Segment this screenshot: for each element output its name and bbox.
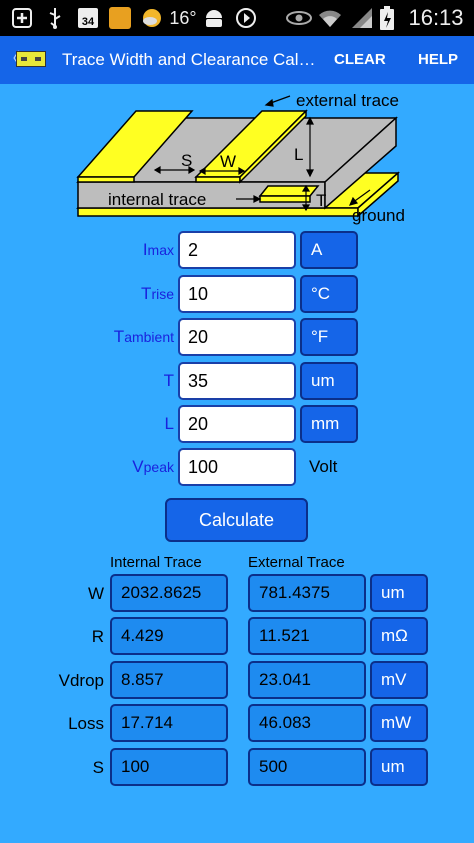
diagram-label-l: L xyxy=(294,145,303,164)
result-internal-s: 100 xyxy=(110,748,228,786)
weather-icon xyxy=(140,6,164,30)
result-unit-vdrop-button[interactable]: mV xyxy=(370,661,428,699)
status-bar: 34 16° 16:13 xyxy=(0,0,474,36)
result-external-vdrop: 23.041 xyxy=(248,661,366,699)
trise-input[interactable]: 10 xyxy=(178,275,296,313)
vpeak-input[interactable]: 100 xyxy=(178,448,296,486)
clock-text: 16:13 xyxy=(408,5,464,30)
thickness-input[interactable]: 35 xyxy=(178,362,296,400)
result-unit-s-button[interactable]: um xyxy=(370,748,428,786)
vpeak-unit-text: Volt xyxy=(309,457,338,476)
clear-button[interactable]: CLEAR xyxy=(334,36,386,84)
notification-app-icon xyxy=(108,6,132,30)
page-title: Trace Width and Clearance Cal… xyxy=(62,50,316,69)
help-button[interactable]: HELP xyxy=(418,36,458,84)
signal-icon xyxy=(350,6,374,30)
result-external-s: 500 xyxy=(248,748,366,786)
result-unit-r-button[interactable]: mΩ xyxy=(370,617,428,655)
trise-label: Trise xyxy=(141,284,174,303)
diagram-label-internal-trace: internal trace xyxy=(108,190,206,209)
result-internal-loss: 17.714 xyxy=(110,704,228,742)
length-unit-button[interactable]: mm xyxy=(300,405,358,443)
diagram-label-w: W xyxy=(220,152,236,171)
imax-input[interactable]: 2 xyxy=(178,231,296,269)
tambient-unit-button[interactable]: °F xyxy=(300,318,358,356)
vpeak-label: Vpeak xyxy=(132,457,174,476)
tambient-input[interactable]: 20 xyxy=(178,318,296,356)
play-icon xyxy=(234,6,258,30)
diagram-label-ground: ground xyxy=(352,206,405,225)
wifi-icon xyxy=(318,6,342,30)
diagram-label-t: T xyxy=(316,191,326,210)
thickness-unit-button[interactable]: um xyxy=(300,362,358,400)
result-label-r: R xyxy=(91,627,104,646)
eye-icon xyxy=(286,6,312,30)
result-internal-r: 4.429 xyxy=(110,617,228,655)
result-external-loss: 46.083 xyxy=(248,704,366,742)
length-label: L xyxy=(164,414,174,433)
result-unit-w-button[interactable]: um xyxy=(370,574,428,612)
result-internal-w: 2032.8625 xyxy=(110,574,228,612)
action-bar: 〈 Trace Width and Clearance Cal… CLEAR H… xyxy=(0,36,474,84)
android-icon xyxy=(202,6,226,30)
internal-trace-front xyxy=(259,195,311,203)
calculate-button[interactable]: Calculate xyxy=(165,498,308,542)
external-trace-header: External Trace xyxy=(248,554,345,571)
left-external-trace-front xyxy=(77,176,135,183)
plus-icon xyxy=(10,6,34,30)
battery-icon xyxy=(378,6,396,30)
internal-trace-header: Internal Trace xyxy=(110,554,202,571)
app-logo-icon[interactable] xyxy=(16,51,46,67)
trace-diagram: external trace S W L internal trace T gr… xyxy=(76,91,405,225)
result-label-s: S xyxy=(92,758,104,777)
external-trace-front xyxy=(195,176,241,183)
temperature-text: 16° xyxy=(169,7,197,28)
result-unit-loss-button[interactable]: mW xyxy=(370,704,428,742)
imax-unit-button[interactable]: A xyxy=(300,231,358,269)
thickness-label: T xyxy=(163,371,174,390)
calendar-icon: 34 xyxy=(76,6,100,30)
trise-unit-button[interactable]: °C xyxy=(300,275,358,313)
result-external-r: 11.521 xyxy=(248,617,366,655)
tambient-label: Tambient xyxy=(113,327,174,346)
length-input[interactable]: 20 xyxy=(178,405,296,443)
result-label-loss: Loss xyxy=(68,714,104,733)
result-external-w: 781.4375 xyxy=(248,574,366,612)
result-internal-vdrop: 8.857 xyxy=(110,661,228,699)
usb-icon xyxy=(44,6,66,30)
result-label-vdrop: Vdrop xyxy=(58,671,104,690)
diagram-label-external-trace: external trace xyxy=(296,91,399,110)
diagram-label-s: S xyxy=(181,151,192,170)
result-label-w: W xyxy=(87,584,104,603)
imax-label: Imax xyxy=(142,240,174,259)
